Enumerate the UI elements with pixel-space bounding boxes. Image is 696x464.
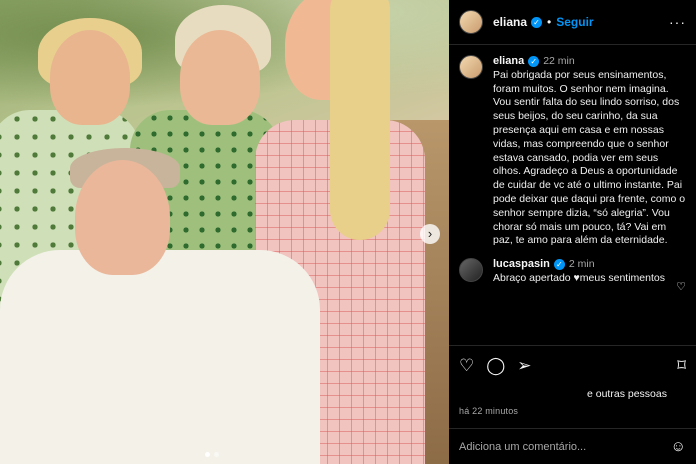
comment-item: lucaspasin ✓ 2 min Abraço apertado ♥meus s… bbox=[459, 258, 686, 293]
action-icons-row: ♡ ◯ ➢ ⌑ bbox=[459, 356, 686, 376]
separator-dot: • bbox=[547, 15, 552, 29]
photo-elderly-man-body bbox=[0, 250, 320, 464]
commenter-avatar[interactable] bbox=[459, 258, 483, 283]
next-photo-chevron-icon[interactable]: › bbox=[420, 224, 440, 244]
likes-summary[interactable]: e outras pessoas bbox=[459, 388, 686, 400]
carousel-dot bbox=[214, 452, 219, 457]
post-actions: ♡ ◯ ➢ ⌑ e outras pessoas há 22 minutos bbox=[449, 345, 696, 416]
post-photo[interactable]: › bbox=[0, 0, 449, 464]
photo-person-left-face bbox=[50, 30, 130, 125]
verified-badge-icon: ✓ bbox=[528, 55, 540, 67]
caption-time: 22 min bbox=[543, 55, 575, 67]
comments-section: eliana ✓ 22 min Pai obrigada por seus ensi… bbox=[449, 45, 696, 345]
author-username[interactable]: eliana bbox=[493, 15, 527, 29]
save-bookmark-icon[interactable]: ⌑ bbox=[677, 356, 686, 376]
carousel-dot-active bbox=[205, 452, 210, 457]
caption-text: Pai obrigada por seus ensinamentos, fora… bbox=[493, 68, 686, 247]
post-date[interactable]: há 22 minutos bbox=[459, 406, 686, 416]
like-heart-icon[interactable]: ♡ bbox=[459, 356, 474, 376]
add-comment-bar: ☺ bbox=[449, 428, 696, 464]
caption-username[interactable]: eliana bbox=[493, 55, 524, 67]
like-comment-heart-icon[interactable]: ♡ bbox=[676, 280, 686, 293]
share-send-icon[interactable]: ➢ bbox=[517, 356, 531, 376]
caption-author-avatar[interactable] bbox=[459, 55, 483, 79]
photo-person-right-hair bbox=[330, 0, 390, 240]
comment-input[interactable] bbox=[459, 440, 671, 453]
follow-button[interactable]: Seguir bbox=[556, 15, 593, 29]
carousel-indicator bbox=[205, 452, 219, 457]
photo-person-middle-face bbox=[180, 30, 260, 125]
commenter-username[interactable]: lucaspasin bbox=[493, 258, 550, 270]
post-side-panel: eliana ✓ • Seguir ··· eliana ✓ 22 min Pai … bbox=[449, 0, 696, 464]
comment-time: 2 min bbox=[568, 258, 595, 271]
caption: eliana ✓ 22 min Pai obrigada por seus ensi… bbox=[459, 55, 686, 248]
comment-text: Abraço apertado ♥meus sentimentos bbox=[493, 271, 665, 284]
verified-badge-icon: ✓ bbox=[553, 258, 565, 270]
post-header: eliana ✓ • Seguir ··· bbox=[449, 0, 696, 45]
photo-elderly-man-face bbox=[75, 160, 170, 275]
more-options-icon[interactable]: ··· bbox=[669, 14, 686, 30]
author-avatar[interactable] bbox=[459, 10, 483, 34]
emoji-icon[interactable]: ☺ bbox=[671, 438, 686, 455]
comment-bubble-icon[interactable]: ◯ bbox=[486, 356, 505, 376]
verified-badge-icon: ✓ bbox=[531, 16, 543, 28]
